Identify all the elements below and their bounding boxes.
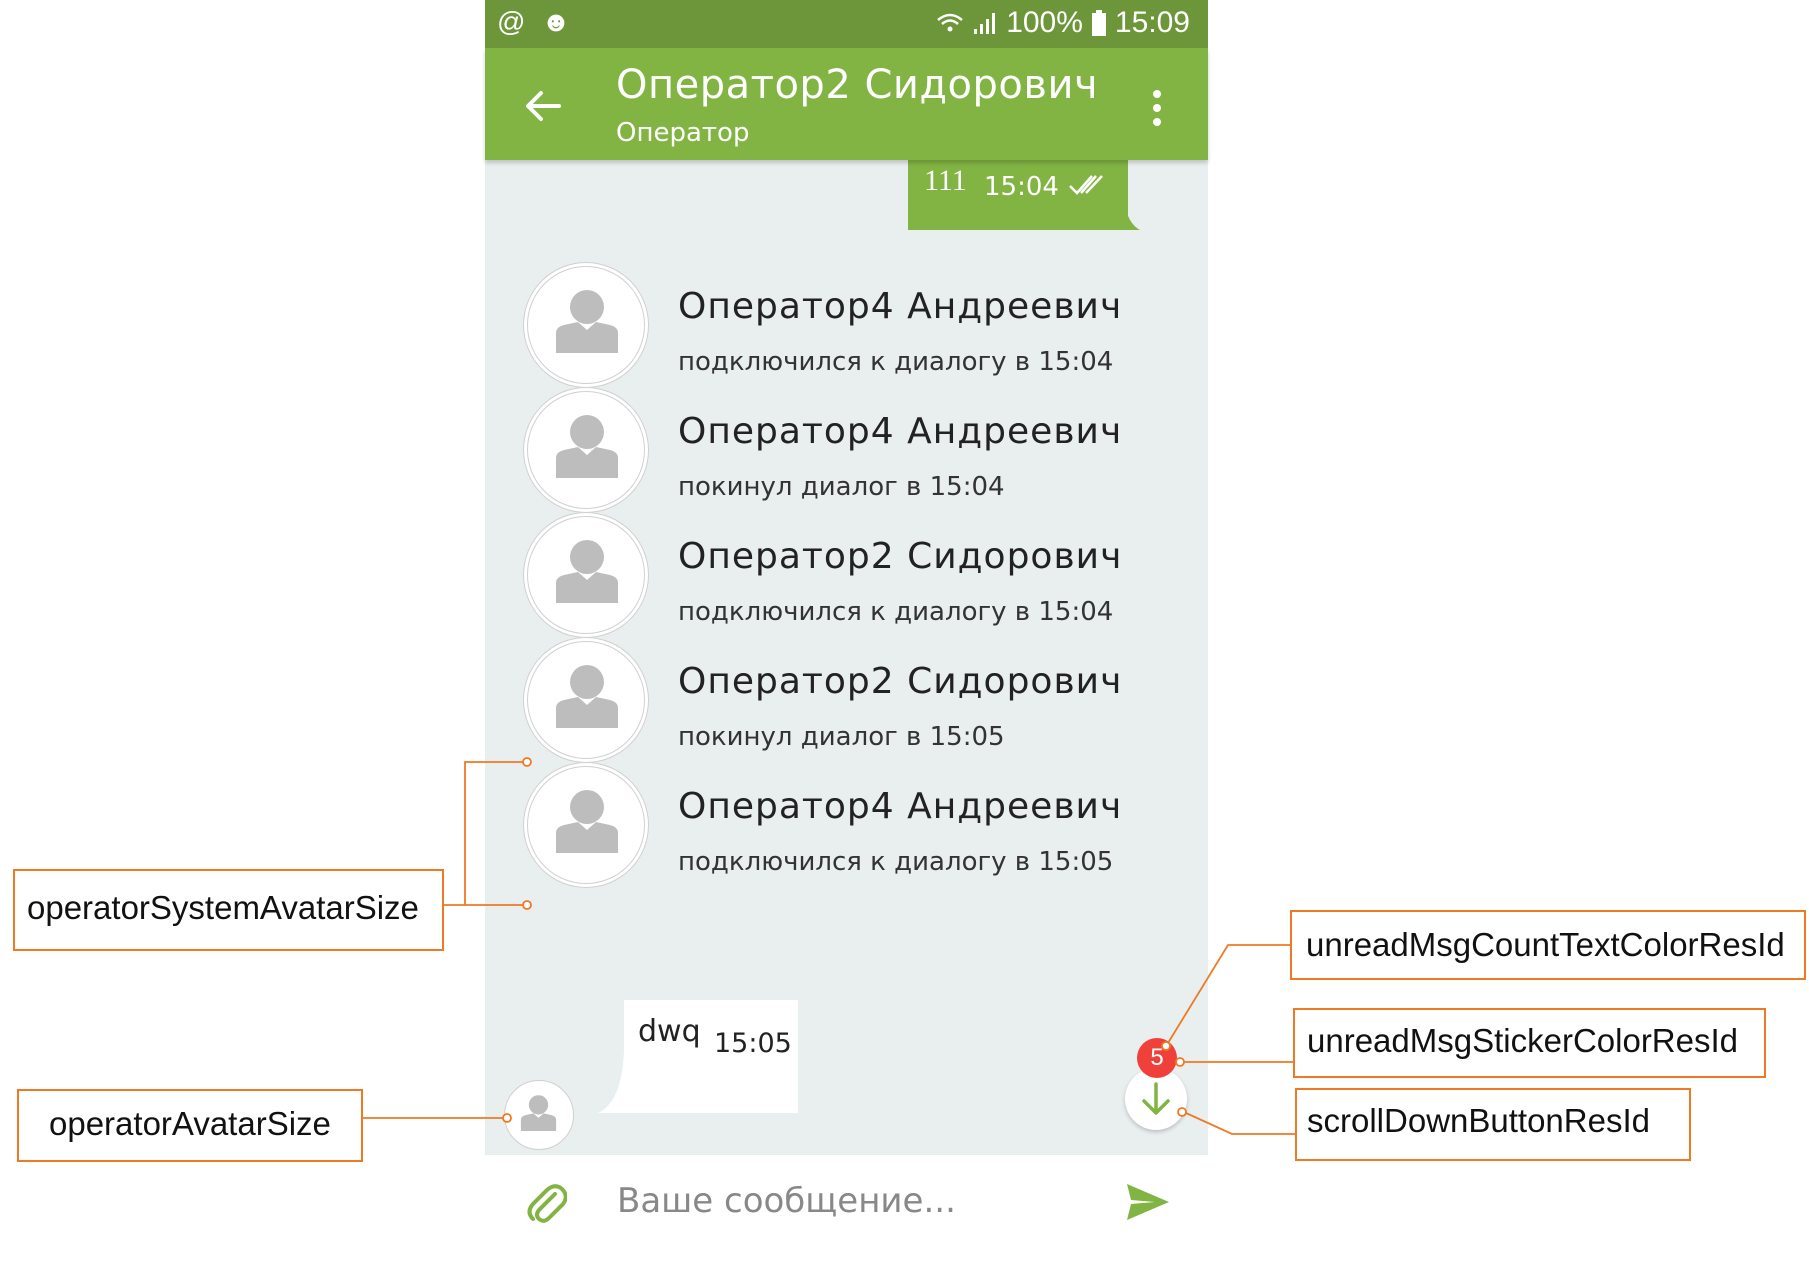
system-message-name: Оператор2 Сидорович	[678, 661, 1123, 702]
more-vert-icon[interactable]	[1145, 86, 1169, 130]
system-message: Оператор4 Андреевич подключился к диалог…	[523, 762, 1203, 892]
callout-unread-msg-count-text-color: unreadMsgCountTextColorResId	[1290, 910, 1806, 980]
message-text: dwq	[638, 1014, 701, 1049]
chat-list[interactable]: 111 15:04 Оператор4 Андреевич подключилс…	[485, 160, 1208, 1155]
message-input[interactable]	[615, 1170, 1059, 1232]
operator-avatar	[504, 1080, 574, 1150]
system-message-name: Оператор2 Сидорович	[678, 536, 1123, 577]
wifi-icon	[937, 13, 963, 32]
person-placeholder-icon	[556, 790, 618, 853]
person-placeholder-icon	[520, 1095, 557, 1131]
bubble-tail	[1116, 160, 1140, 230]
callout-operator-avatar-size: operatorAvatarSize	[17, 1089, 363, 1162]
callout-operator-system-avatar-size: operatorSystemAvatarSize	[13, 869, 444, 951]
message-input-bar	[485, 1160, 1208, 1280]
incoming-message[interactable]: dwq 15:05	[598, 1000, 798, 1113]
signal-icon	[974, 13, 996, 34]
message-time: 15:05	[714, 1028, 792, 1059]
attach-icon[interactable]	[525, 1180, 567, 1226]
callout-unread-msg-sticker-color: unreadMsgStickerColorResId	[1293, 1008, 1766, 1078]
message-text: 111	[924, 164, 967, 197]
status-right: 100% 15:09	[936, 6, 1190, 40]
operator-system-avatar	[523, 262, 649, 388]
system-message-text: покинул диалог в 15:05	[678, 722, 1005, 752]
outgoing-message[interactable]: 111 15:04	[908, 160, 1140, 230]
notification-icons: @ ☻	[497, 6, 575, 37]
bubble-tail	[598, 1050, 626, 1113]
message-time: 15:04	[984, 172, 1059, 202]
person-placeholder-icon	[556, 540, 618, 603]
double-check-icon	[1069, 175, 1103, 195]
status-bar: @ ☻ 100% 15:09	[485, 0, 1208, 48]
phone-screen: @ ☻ 100% 15:09 Оператор2 Сидорович Опера…	[485, 0, 1208, 1280]
system-message-name: Оператор4 Андреевич	[678, 411, 1123, 452]
callout-scroll-down-button: scrollDownButtonResId	[1295, 1088, 1691, 1161]
system-message-text: покинул диалог в 15:04	[678, 472, 1005, 502]
back-arrow-icon[interactable]	[521, 84, 565, 128]
app-bar: Оператор2 Сидорович Оператор	[485, 48, 1208, 160]
person-placeholder-icon	[556, 665, 618, 728]
system-message-text: подключился к диалогу в 15:04	[678, 597, 1114, 627]
system-message-name: Оператор4 Андреевич	[678, 786, 1123, 827]
system-message: Оператор4 Андреевич покинул диалог в 15:…	[523, 387, 1203, 517]
operator-system-avatar	[523, 512, 649, 638]
system-message-text: подключился к диалогу в 15:05	[678, 847, 1114, 877]
chat-title: Оператор2 Сидорович	[616, 62, 1099, 108]
system-message: Оператор4 Андреевич подключился к диалог…	[523, 262, 1203, 392]
operator-system-avatar	[523, 387, 649, 513]
person-placeholder-icon	[556, 290, 618, 353]
system-message: Оператор2 Сидорович покинул диалог в 15:…	[523, 637, 1203, 767]
clock: 15:09	[1114, 6, 1190, 39]
chat-subtitle: Оператор	[616, 118, 750, 148]
person-placeholder-icon	[556, 415, 618, 478]
send-icon[interactable]	[1125, 1182, 1171, 1222]
unread-count-badge: 5	[1137, 1038, 1177, 1078]
system-message-text: подключился к диалогу в 15:04	[678, 347, 1114, 377]
operator-system-avatar	[523, 762, 649, 888]
system-message: Оператор2 Сидорович подключился к диалог…	[523, 512, 1203, 642]
battery-icon	[1091, 10, 1106, 36]
battery-percent: 100%	[1006, 6, 1083, 39]
operator-system-avatar	[523, 637, 649, 763]
system-message-name: Оператор4 Андреевич	[678, 286, 1123, 327]
